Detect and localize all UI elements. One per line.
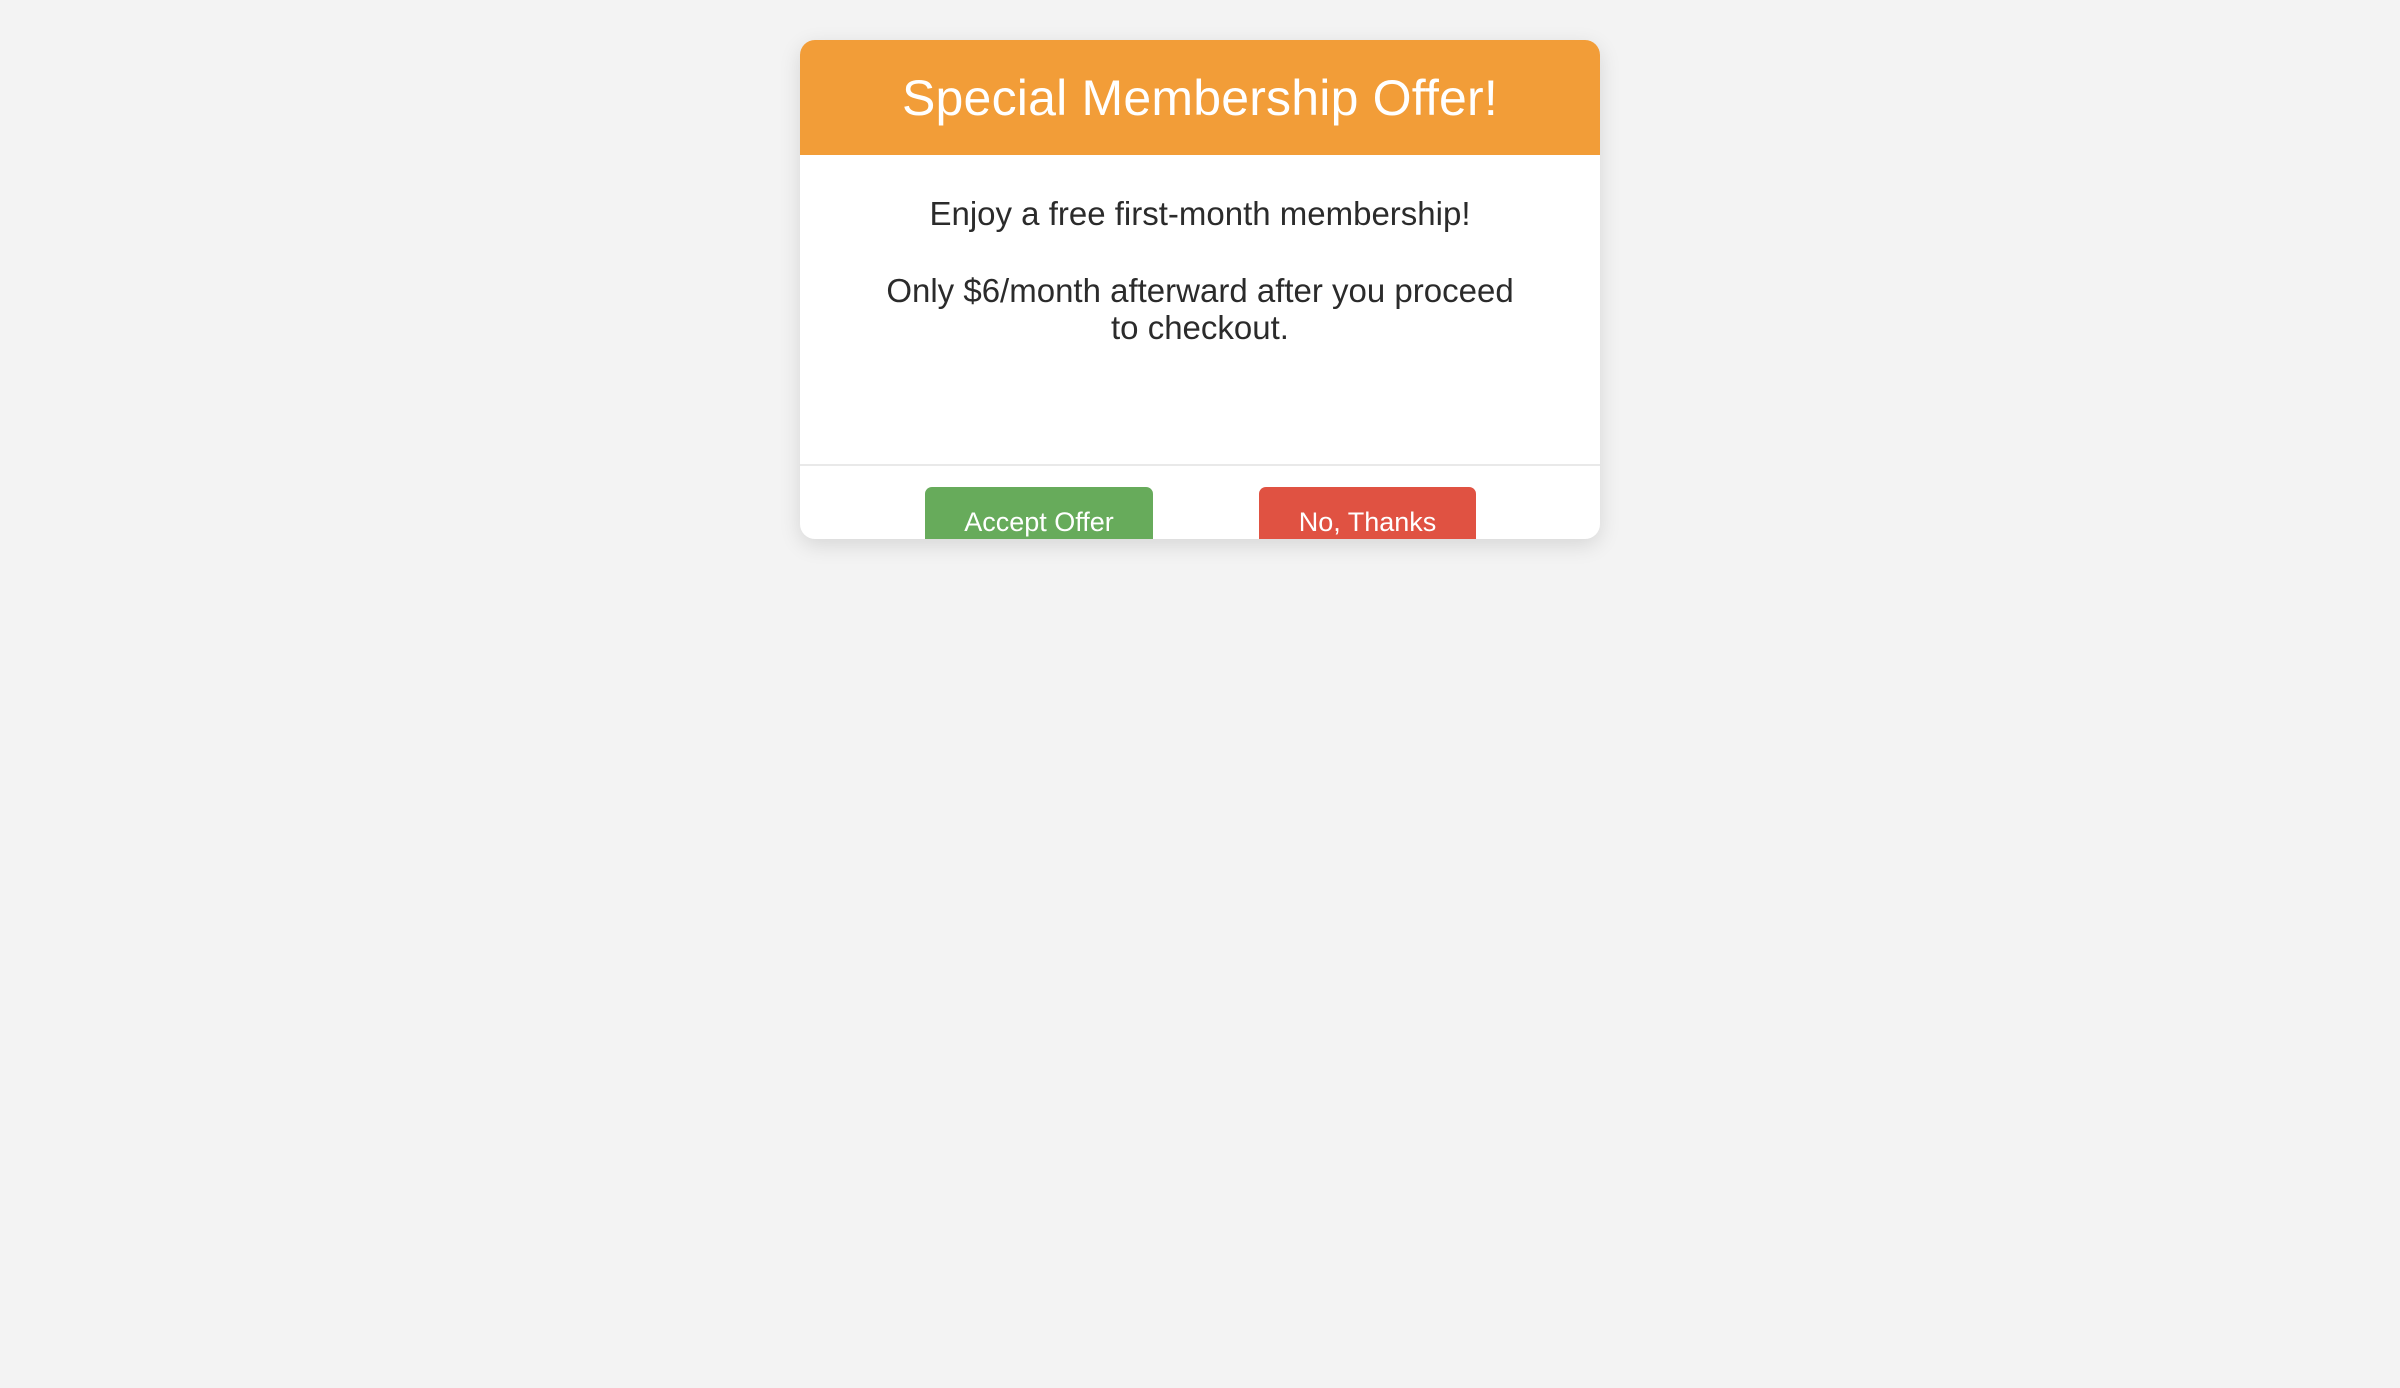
pricing-description: Only $6/month afterward after you procee… (886, 272, 1514, 346)
decline-offer-button[interactable]: No, Thanks (1259, 487, 1476, 539)
modal-title: Special Membership Offer! (902, 69, 1498, 126)
modal-body: Enjoy a free first-month membership! Onl… (800, 155, 1600, 466)
modal-header: Special Membership Offer! (800, 40, 1600, 155)
offer-description: Enjoy a free first-month membership! (929, 195, 1471, 232)
accept-offer-button[interactable]: Accept Offer (925, 487, 1153, 539)
modal-footer: Accept Offer No, Thanks (800, 466, 1600, 539)
offer-modal: Special Membership Offer! Enjoy a free f… (800, 40, 1600, 539)
